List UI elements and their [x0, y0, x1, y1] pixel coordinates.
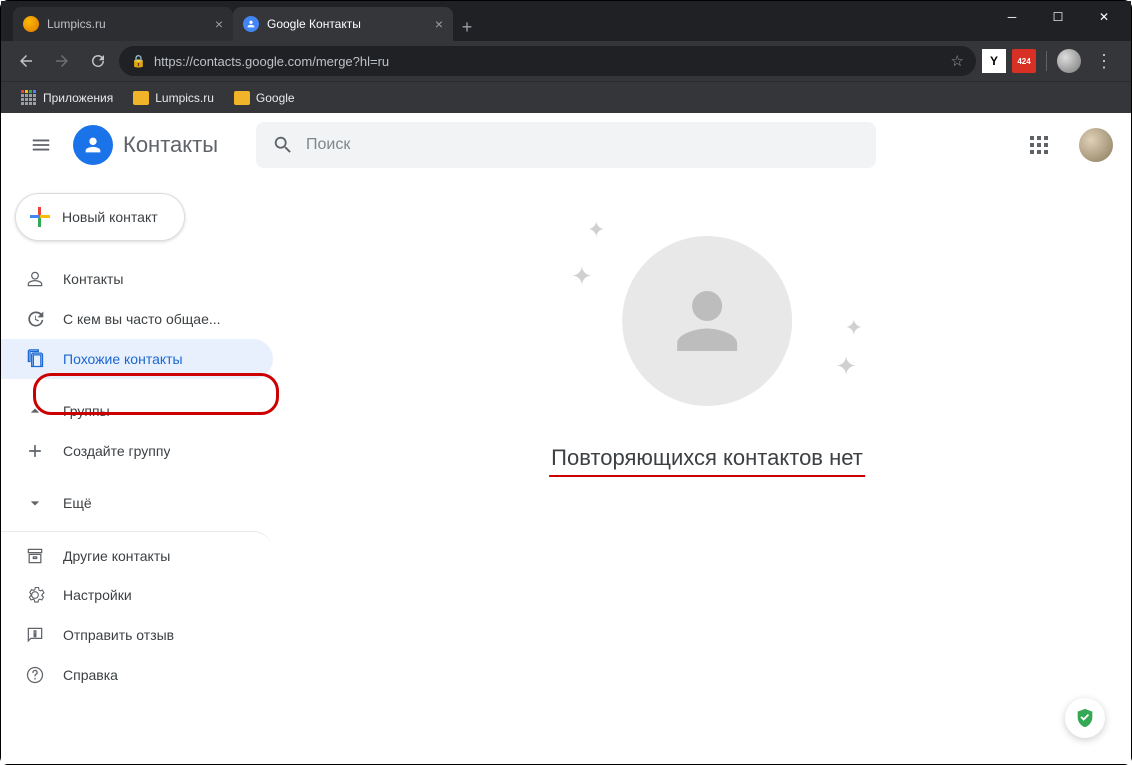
bookmark-label: Google [256, 91, 295, 105]
folder-icon [133, 91, 149, 105]
sidebar-item-label: Ещё [63, 495, 92, 511]
address-bar: 🔒 https://contacts.google.com/merge?hl=r… [1, 41, 1131, 81]
sidebar-item-frequent[interactable]: С кем вы часто общае... [1, 299, 273, 339]
archive-icon [25, 546, 45, 566]
create-contact-button[interactable]: Новый контакт [15, 193, 185, 241]
sidebar: Новый контакт Контакты С кем вы часто об… [1, 177, 283, 764]
sidebar-nav: Контакты С кем вы часто общае... Похожие… [1, 259, 283, 695]
maximize-button[interactable]: ☐ [1035, 1, 1081, 33]
app-body: Новый контакт Контакты С кем вы часто об… [1, 177, 1131, 764]
folder-icon [234, 91, 250, 105]
close-icon[interactable]: × [435, 16, 443, 32]
app-title: Контакты [123, 132, 218, 158]
sidebar-item-label: Похожие контакты [63, 351, 183, 367]
sidebar-item-feedback[interactable]: Отправить отзыв [1, 615, 273, 655]
sidebar-item-label: Контакты [63, 271, 123, 287]
history-icon [25, 309, 45, 329]
minimize-button[interactable]: ─ [989, 1, 1035, 33]
page-content: Контакты Новый контакт Контакты С [1, 113, 1131, 764]
person-icon [25, 269, 45, 289]
apps-grid-icon [21, 90, 37, 106]
empty-illustration: ✦ ✦ ✦ ✦ [607, 221, 807, 421]
bookmark-lumpics[interactable]: Lumpics.ru [125, 87, 222, 109]
bookmark-apps[interactable]: Приложения [13, 86, 121, 110]
extension-gmail-icon[interactable]: 424 [1012, 49, 1036, 73]
sidebar-item-label: Справка [63, 667, 118, 683]
gear-icon [25, 585, 45, 605]
shield-icon [1074, 707, 1096, 729]
avatar-placeholder-icon [622, 236, 792, 406]
url-field[interactable]: 🔒 https://contacts.google.com/merge?hl=r… [119, 46, 976, 76]
sidebar-item-duplicates[interactable]: Похожие контакты [1, 339, 273, 379]
url-text: https://contacts.google.com/merge?hl=ru [154, 54, 389, 69]
app-header: Контакты [1, 113, 1131, 177]
favicon-icon [243, 16, 259, 32]
tab-google-contacts[interactable]: Google Контакты × [233, 7, 453, 41]
bookmark-label: Приложения [43, 91, 113, 105]
google-apps-button[interactable] [1017, 123, 1061, 167]
sidebar-item-label: С кем вы часто общае... [63, 311, 221, 327]
create-contact-label: Новый контакт [62, 209, 158, 225]
contacts-logo-icon [73, 125, 113, 165]
window-controls: ─ ☐ ✕ [989, 1, 1127, 33]
sidebar-item-label: Группы [63, 403, 110, 419]
lock-icon: 🔒 [131, 54, 146, 68]
sparkle-icon: ✦ [835, 351, 857, 382]
help-icon [25, 665, 45, 685]
sidebar-item-create-label[interactable]: Создайте группу [1, 431, 273, 471]
sidebar-item-label: Настройки [63, 587, 132, 603]
separator [1046, 51, 1047, 71]
tab-lumpics[interactable]: Lumpics.ru × [13, 7, 233, 41]
apps-grid-icon [1030, 136, 1048, 154]
plus-icon [25, 441, 45, 461]
forward-button[interactable] [47, 46, 77, 76]
sparkle-icon: ✦ [845, 315, 863, 341]
browser-menu-button[interactable]: ⋮ [1087, 51, 1121, 72]
sidebar-item-settings[interactable]: Настройки [1, 575, 273, 615]
bookmark-label: Lumpics.ru [155, 91, 214, 105]
sidebar-item-label: Создайте группу [63, 443, 170, 459]
empty-message: Повторяющихся контактов нет [549, 445, 865, 477]
chevron-up-icon [25, 401, 45, 421]
account-avatar[interactable] [1079, 128, 1113, 162]
duplicate-icon [25, 349, 45, 369]
close-window-button[interactable]: ✕ [1081, 1, 1127, 33]
feedback-icon [25, 625, 45, 645]
menu-button[interactable] [19, 123, 63, 167]
plus-icon [30, 207, 50, 227]
extension-yandex-icon[interactable]: Y [982, 49, 1006, 73]
search-input[interactable] [306, 136, 860, 154]
sparkle-icon: ✦ [587, 217, 605, 243]
close-icon[interactable]: × [215, 16, 223, 32]
bookmark-star-icon[interactable]: ☆ [951, 52, 964, 70]
reload-button[interactable] [83, 46, 113, 76]
sidebar-item-help[interactable]: Справка [1, 655, 273, 695]
sidebar-item-label: Другие контакты [63, 548, 170, 564]
sidebar-item-contacts[interactable]: Контакты [1, 259, 273, 299]
sparkle-icon: ✦ [571, 261, 593, 292]
main-content: ✦ ✦ ✦ ✦ Повторяющихся контактов нет [283, 177, 1131, 764]
tab-strip: Lumpics.ru × Google Контакты × + ─ ☐ ✕ [1, 1, 1131, 41]
profile-avatar-icon[interactable] [1057, 49, 1081, 73]
sidebar-item-other-contacts[interactable]: Другие контакты [1, 531, 273, 575]
empty-state: ✦ ✦ ✦ ✦ Повторяющихся контактов нет [549, 221, 865, 477]
bookmark-google[interactable]: Google [226, 87, 303, 109]
new-tab-button[interactable]: + [453, 13, 481, 41]
chevron-down-icon [25, 493, 45, 513]
bookmarks-bar: Приложения Lumpics.ru Google [1, 81, 1131, 113]
sidebar-item-more[interactable]: Ещё [1, 483, 273, 523]
sidebar-item-labels[interactable]: Группы [1, 391, 273, 431]
favicon-icon [23, 16, 39, 32]
security-badge[interactable] [1065, 698, 1105, 738]
tab-title: Lumpics.ru [47, 17, 106, 31]
browser-chrome: Lumpics.ru × Google Контакты × + ─ ☐ ✕ 🔒… [1, 1, 1131, 113]
search-icon [272, 134, 294, 156]
sidebar-item-label: Отправить отзыв [63, 627, 174, 643]
tab-title: Google Контакты [267, 17, 361, 31]
back-button[interactable] [11, 46, 41, 76]
search-box[interactable] [256, 122, 876, 168]
